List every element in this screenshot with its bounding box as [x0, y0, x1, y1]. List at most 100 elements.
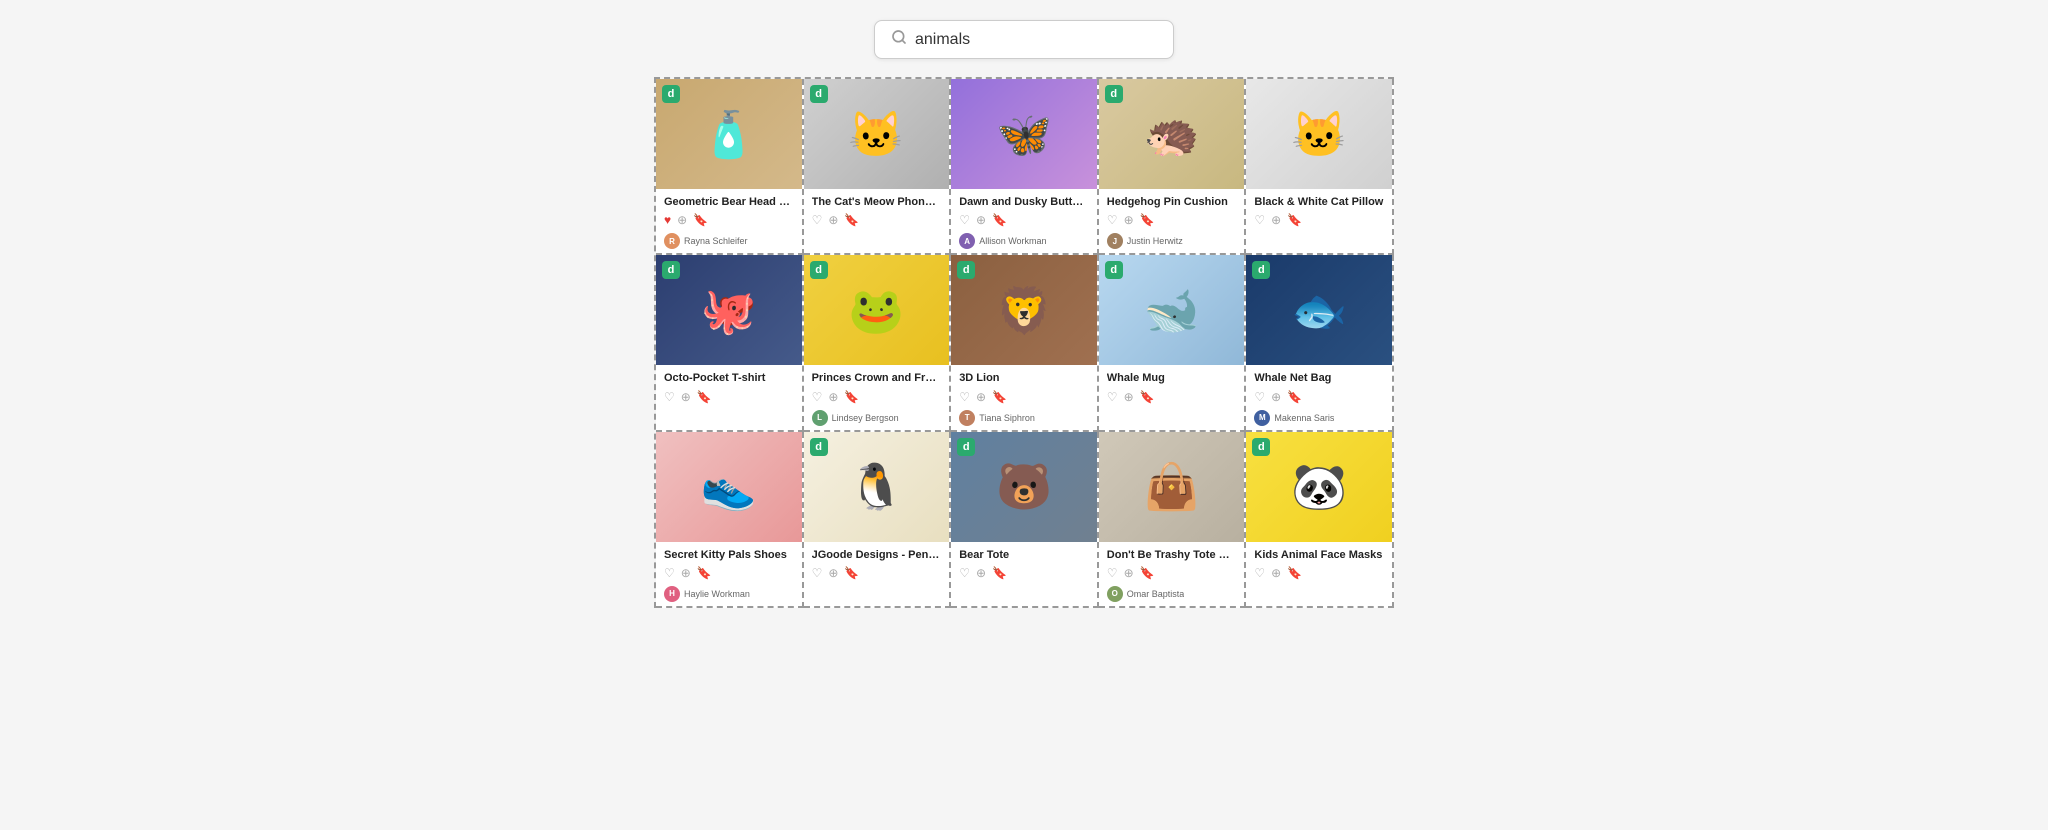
card-image: 👜 [1099, 432, 1245, 542]
card-actions: ♡ ⊕ 🔖 [1254, 213, 1384, 227]
card-image: 🦋 [951, 79, 1097, 189]
card-badge: d [662, 85, 680, 103]
product-card[interactable]: d🐸Princes Crown and Frog To...♡⊕🔖LLindse… [804, 255, 952, 431]
heart-icon[interactable]: ♡ [1254, 566, 1265, 580]
card-author: M Makenna Saris [1254, 410, 1384, 426]
save-icon[interactable]: ⊕ [677, 213, 687, 227]
save-icon[interactable]: ⊕ [976, 566, 986, 580]
product-card[interactable]: 🦋Dawn and Dusky Butterfly...♡⊕🔖AAllison … [951, 79, 1099, 255]
bookmark-icon[interactable]: 🔖 [992, 390, 1007, 404]
card-image-emoji: 👜 [1099, 432, 1245, 542]
save-icon[interactable]: ⊕ [1124, 566, 1134, 580]
search-input[interactable] [915, 31, 1157, 49]
product-card[interactable]: d🐙Octo-Pocket T-shirt♡⊕🔖 [656, 255, 804, 431]
heart-icon[interactable]: ♡ [959, 390, 970, 404]
save-icon[interactable]: ⊕ [976, 390, 986, 404]
card-title: Black & White Cat Pillow [1254, 195, 1384, 209]
product-card[interactable]: 👜Don't Be Trashy Tote Bag♡⊕🔖OOmar Baptis… [1099, 432, 1247, 608]
card-image: d🐙 [656, 255, 802, 365]
save-icon[interactable]: ⊕ [828, 566, 838, 580]
card-actions: ♡ ⊕ 🔖 [812, 213, 942, 227]
card-image: d🐟 [1246, 255, 1392, 365]
product-card[interactable]: d🐻Bear Tote♡⊕🔖 [951, 432, 1099, 608]
bookmark-icon[interactable]: 🔖 [693, 213, 708, 227]
card-title: Whale Net Bag [1254, 371, 1384, 385]
save-icon[interactable]: ⊕ [1271, 213, 1281, 227]
bookmark-icon[interactable]: 🔖 [844, 390, 859, 404]
card-title: JGoode Designs - Penguin... [812, 548, 942, 562]
card-image-emoji: 🦋 [951, 79, 1097, 189]
author-name: Haylie Workman [684, 589, 750, 599]
save-icon[interactable]: ⊕ [681, 390, 691, 404]
product-card[interactable]: 🐱 Black & White Cat Pillow ♡ ⊕ 🔖 [1246, 79, 1394, 255]
heart-icon[interactable]: ♡ [664, 390, 675, 404]
card-author: H Haylie Workman [664, 586, 794, 602]
card-actions: ♡ ⊕ 🔖 [1107, 213, 1237, 227]
card-title: Don't Be Trashy Tote Bag [1107, 548, 1237, 562]
product-card[interactable]: d🐟 Whale Net Bag ♡ ⊕ 🔖 M Makenna Saris [1246, 255, 1394, 431]
bookmark-icon[interactable]: 🔖 [1140, 213, 1155, 227]
bookmark-icon[interactable]: 🔖 [1140, 566, 1155, 580]
product-card[interactable]: d🐧JGoode Designs - Penguin...♡⊕🔖 [804, 432, 952, 608]
product-card[interactable]: d🧴Geometric Bear Head W...♥⊕🔖RRayna Schl… [656, 79, 804, 255]
author-avatar: H [664, 586, 680, 602]
save-icon[interactable]: ⊕ [681, 566, 691, 580]
author-avatar: L [812, 410, 828, 426]
heart-icon[interactable]: ♡ [812, 566, 823, 580]
heart-icon[interactable]: ♡ [1107, 213, 1118, 227]
save-icon[interactable]: ⊕ [828, 213, 838, 227]
bookmark-icon[interactable]: 🔖 [992, 213, 1007, 227]
bookmark-icon[interactable]: 🔖 [1287, 390, 1302, 404]
search-bar [874, 20, 1174, 59]
card-image: d🧴 [656, 79, 802, 189]
save-icon[interactable]: ⊕ [976, 213, 986, 227]
card-badge: d [1252, 438, 1270, 456]
author-avatar: M [1254, 410, 1270, 426]
card-title: 3D Lion [959, 371, 1089, 385]
bookmark-icon[interactable]: 🔖 [697, 390, 712, 404]
heart-icon[interactable]: ♡ [1107, 566, 1118, 580]
heart-icon[interactable]: ♡ [664, 566, 675, 580]
product-card[interactable]: d🦁3D Lion♡⊕🔖TTiana Siphron [951, 255, 1099, 431]
bookmark-icon[interactable]: 🔖 [1140, 390, 1155, 404]
save-icon[interactable]: ⊕ [1124, 213, 1134, 227]
heart-icon[interactable]: ♡ [959, 213, 970, 227]
author-name: Makenna Saris [1274, 413, 1334, 423]
bookmark-icon[interactable]: 🔖 [697, 566, 712, 580]
card-author: LLindsey Bergson [812, 410, 942, 426]
card-author: JJustin Herwitz [1107, 233, 1237, 249]
product-card[interactable]: d🐼Kids Animal Face Masks♡⊕🔖 [1246, 432, 1394, 608]
card-badge: d [810, 261, 828, 279]
heart-icon[interactable]: ♡ [1254, 213, 1265, 227]
heart-icon[interactable]: ♡ [1107, 390, 1118, 404]
card-image: 🐱 [1246, 79, 1392, 189]
card-body: 3D Lion♡⊕🔖TTiana Siphron [951, 365, 1097, 429]
bookmark-icon[interactable]: 🔖 [992, 566, 1007, 580]
heart-icon[interactable]: ♡ [812, 390, 823, 404]
save-icon[interactable]: ⊕ [828, 390, 838, 404]
bookmark-icon[interactable]: 🔖 [844, 566, 859, 580]
heart-icon[interactable]: ♡ [1254, 390, 1265, 404]
card-author: AAllison Workman [959, 233, 1089, 249]
heart-icon[interactable]: ♡ [812, 213, 823, 227]
card-badge: d [1105, 85, 1123, 103]
author-name: Allison Workman [979, 236, 1046, 246]
bookmark-icon[interactable]: 🔖 [1287, 566, 1302, 580]
save-icon[interactable]: ⊕ [1271, 566, 1281, 580]
card-author: RRayna Schleifer [664, 233, 794, 249]
card-badge: d [957, 261, 975, 279]
product-card[interactable]: d🦔Hedgehog Pin Cushion♡⊕🔖JJustin Herwitz [1099, 79, 1247, 255]
product-card[interactable]: d🐱The Cat's Meow Phone Hol...♡⊕🔖 [804, 79, 952, 255]
card-actions: ♡ ⊕ 🔖 [959, 213, 1089, 227]
heart-icon[interactable]: ♥ [664, 213, 671, 227]
heart-icon[interactable]: ♡ [959, 566, 970, 580]
bookmark-icon[interactable]: 🔖 [1287, 213, 1302, 227]
product-card[interactable]: d🐋Whale Mug♡⊕🔖 [1099, 255, 1247, 431]
save-icon[interactable]: ⊕ [1271, 390, 1281, 404]
product-card[interactable]: 👟Secret Kitty Pals Shoes♡⊕🔖HHaylie Workm… [656, 432, 804, 608]
card-actions: ♡ ⊕ 🔖 [812, 390, 942, 404]
card-title: Princes Crown and Frog To... [812, 371, 942, 385]
save-icon[interactable]: ⊕ [1124, 390, 1134, 404]
bookmark-icon[interactable]: 🔖 [844, 213, 859, 227]
card-badge: d [662, 261, 680, 279]
